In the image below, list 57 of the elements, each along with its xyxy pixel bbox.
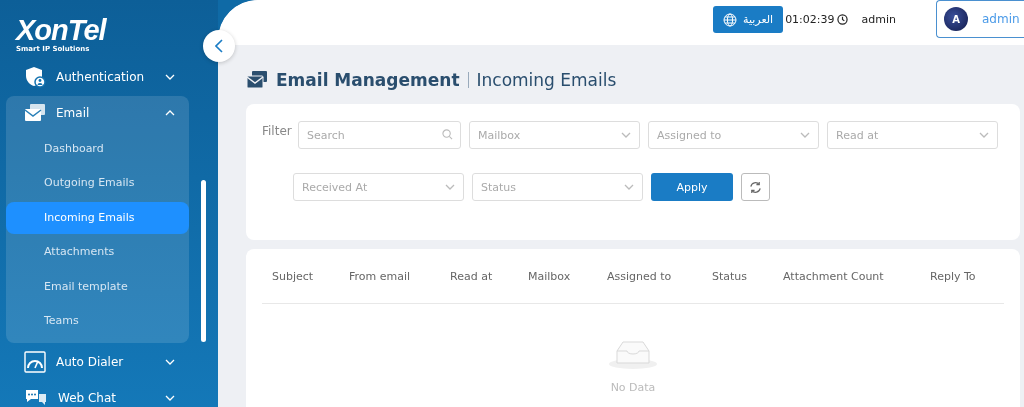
user-menu[interactable]: A admin <box>936 0 1024 38</box>
column-header: Assigned to <box>607 269 673 283</box>
chat-bubbles-icon <box>24 388 48 407</box>
nav-subitem[interactable]: Incoming Emails <box>6 201 189 234</box>
dropdown[interactable]: Read at <box>827 121 998 149</box>
language-button[interactable]: العربية <box>713 6 784 33</box>
envelopes-icon <box>24 103 46 123</box>
nav-item[interactable]: Web Chat <box>6 381 189 407</box>
envelopes-icon <box>246 70 268 90</box>
column-header: From email <box>349 269 412 283</box>
username: admin <box>861 13 896 26</box>
chevron-icon <box>621 132 631 138</box>
dropdown[interactable]: Assigned to <box>648 121 819 149</box>
globe-icon <box>723 12 738 27</box>
refresh-button[interactable] <box>741 173 770 201</box>
chevron-icon <box>800 132 810 138</box>
page-subtitle: Incoming Emails <box>476 70 617 90</box>
page-title: Email Management <box>276 70 460 90</box>
speedometer-icon <box>24 351 46 373</box>
clock-icon <box>836 14 848 25</box>
empty-inbox-icon <box>608 339 658 369</box>
empty-message: No Data <box>610 381 656 394</box>
nav-subitem[interactable]: Teams <box>6 305 189 337</box>
refresh-icon <box>749 180 762 194</box>
chevron-icon <box>165 395 175 401</box>
search-icon <box>442 129 453 140</box>
nav-item[interactable]: Authentication <box>6 60 189 94</box>
shield-user-icon <box>24 66 46 88</box>
chevron-icon <box>165 74 175 80</box>
dropdown[interactable]: Mailbox <box>469 121 640 149</box>
chevron-icon <box>979 132 989 138</box>
chevron-icon <box>165 110 175 116</box>
column-header: Reply To <box>930 269 977 283</box>
apply-button[interactable]: Apply <box>651 173 733 201</box>
chevron-icon <box>445 184 455 190</box>
nav-item[interactable]: Auto Dialer <box>6 345 189 379</box>
chevron-icon <box>624 184 634 190</box>
scrollbar-thumb[interactable] <box>201 180 206 342</box>
column-header: Subject <box>272 269 315 283</box>
clock-time: 01:02:39 <box>785 13 835 26</box>
filter-label: Filter <box>262 124 290 138</box>
chevron-left-icon <box>215 39 223 53</box>
column-header: Read at <box>450 269 494 283</box>
column-header: Attachment Count <box>783 269 885 283</box>
nav-subitem[interactable]: Email template <box>6 270 189 303</box>
column-header: Status <box>712 269 749 283</box>
avatar: A <box>944 7 968 31</box>
chevron-icon <box>165 359 175 365</box>
nav-subitem[interactable]: Outgoing Emails <box>6 167 189 199</box>
search-field[interactable]: Search <box>298 121 461 149</box>
nav-subitem[interactable]: Attachments <box>6 236 189 268</box>
nav-subitem[interactable]: Dashboard <box>6 132 189 165</box>
dropdown[interactable]: Received At <box>293 173 464 201</box>
dropdown[interactable]: Status <box>472 173 643 201</box>
column-header: Mailbox <box>528 269 572 283</box>
nav-item[interactable]: Email <box>6 96 189 130</box>
logo-text: XonTel <box>16 16 106 45</box>
